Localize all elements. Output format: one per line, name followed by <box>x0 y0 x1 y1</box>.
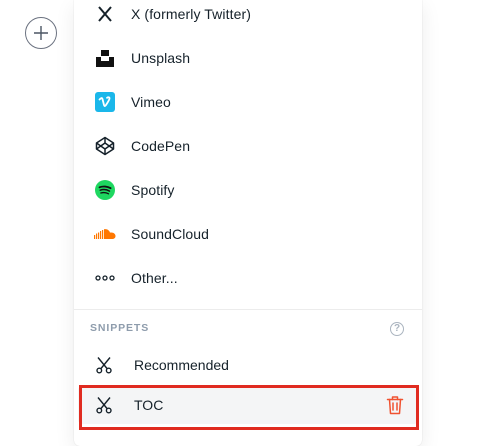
spotify-icon <box>94 179 116 201</box>
snippet-item-recommended[interactable]: Recommended <box>78 346 418 384</box>
menu-item-x[interactable]: X (formerly Twitter) <box>74 0 422 36</box>
menu-item-unsplash[interactable]: Unsplash <box>74 36 422 80</box>
menu-item-soundcloud[interactable]: SoundCloud <box>74 212 422 256</box>
snippet-item-toc[interactable]: TOC <box>78 386 418 424</box>
menu-item-label: CodePen <box>131 138 191 154</box>
snippet-scissors-icon <box>94 395 114 415</box>
x-icon <box>94 3 116 25</box>
menu-item-label: Unsplash <box>131 50 191 66</box>
add-card-button[interactable] <box>25 17 57 49</box>
codepen-icon <box>94 135 116 157</box>
more-icon <box>94 267 116 289</box>
menu-item-label: SoundCloud <box>131 226 210 242</box>
vimeo-icon <box>94 91 116 113</box>
menu-item-label: Vimeo <box>131 94 171 110</box>
menu-item-label: X (formerly Twitter) <box>131 6 251 22</box>
unsplash-icon <box>94 47 116 69</box>
snippets-section-title: SNIPPETS <box>90 322 150 334</box>
soundcloud-icon <box>94 223 116 245</box>
menu-item-label: Other... <box>131 270 178 286</box>
menu-item-other[interactable]: Other... <box>74 256 422 300</box>
snippet-scissors-icon <box>94 355 114 375</box>
menu-item-spotify[interactable]: Spotify <box>74 168 422 212</box>
help-icon[interactable]: ? <box>390 322 404 336</box>
card-menu: X (formerly Twitter) Unsplash Vimeo Code… <box>74 0 422 446</box>
plus-icon <box>34 26 48 40</box>
trash-icon[interactable] <box>386 395 404 415</box>
menu-item-label: Spotify <box>131 182 175 198</box>
menu-item-codepen[interactable]: CodePen <box>74 124 422 168</box>
menu-item-vimeo[interactable]: Vimeo <box>74 80 422 124</box>
snippet-label: TOC <box>134 397 164 413</box>
section-divider <box>74 309 422 310</box>
snippet-label: Recommended <box>134 357 229 373</box>
